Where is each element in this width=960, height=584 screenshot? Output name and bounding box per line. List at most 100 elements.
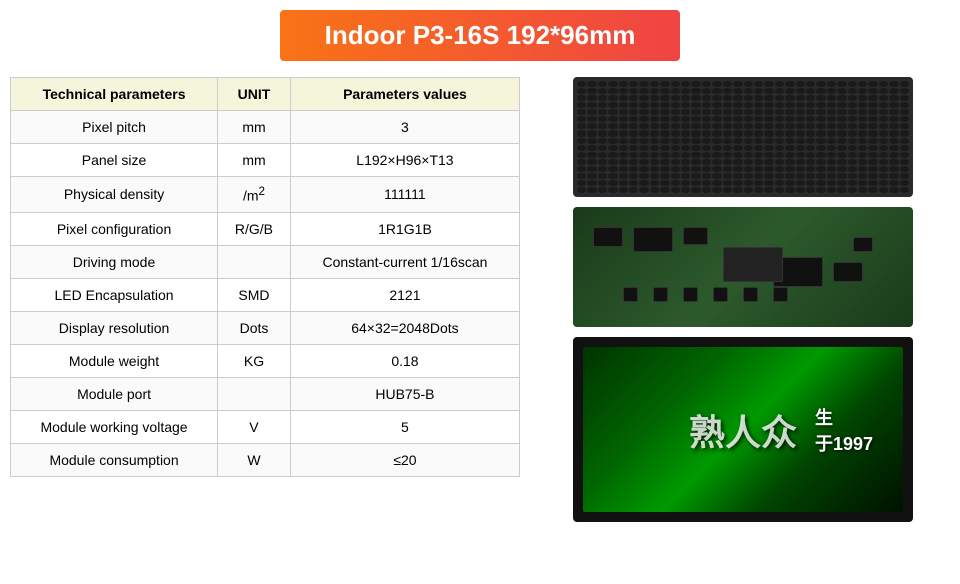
led-dot [806,187,815,193]
led-dot [879,145,888,151]
led-dot [639,145,648,151]
param-unit: /m2 [218,177,291,213]
led-dot [639,88,648,94]
led-dot [650,173,659,179]
led-dot [639,102,648,108]
led-dot [848,88,857,94]
led-dot [837,130,846,136]
led-dot [723,145,732,151]
images-section: 熟人众 生于1997 [536,77,950,522]
led-dot [660,130,669,136]
led-dot [608,95,617,101]
led-dot [806,180,815,186]
led-dot [629,102,638,108]
led-dot [816,138,825,144]
led-dot [598,152,607,158]
led-dot [775,109,784,115]
led-dot [868,152,877,158]
led-dot [785,187,794,193]
led-dot [702,81,711,87]
led-dot [775,130,784,136]
led-dot [775,138,784,144]
param-unit [218,245,291,278]
led-dot [598,123,607,129]
led-dot [837,95,846,101]
led-dot [702,180,711,186]
led-dot [837,102,846,108]
led-dot [629,123,638,129]
display-year-text: 生于1997 [815,404,873,456]
led-dot [639,130,648,136]
led-dot [827,109,836,115]
led-dot [733,109,742,115]
led-dot [671,173,680,179]
led-dot [608,159,617,165]
led-dot [639,95,648,101]
led-dot [744,180,753,186]
led-dot [587,81,596,87]
param-value: 2121 [290,278,519,311]
led-dot [577,187,586,193]
led-dot [858,152,867,158]
table-row: Pixel pitchmm3 [11,111,520,144]
led-dot [712,88,721,94]
led-dot [723,173,732,179]
led-dot [619,109,628,115]
led-dot [619,187,628,193]
led-dot [691,109,700,115]
display-image: 熟人众 生于1997 [573,337,913,522]
led-dot [806,116,815,122]
led-dot [587,152,596,158]
led-dot [848,81,857,87]
led-dot [785,173,794,179]
led-dot [629,187,638,193]
led-dot [879,180,888,186]
led-dot [858,130,867,136]
led-dot [619,180,628,186]
led-dot [806,159,815,165]
led-dot [650,159,659,165]
led-dot [671,102,680,108]
led-dot [816,173,825,179]
led-dot [775,166,784,172]
led-dot [837,145,846,151]
led-dot [879,173,888,179]
col-header-unit: UNIT [218,78,291,111]
led-dot [702,152,711,158]
led-dot [858,173,867,179]
led-dot [608,187,617,193]
led-dot [868,102,877,108]
led-dot [900,116,909,122]
led-dot [691,152,700,158]
led-dot [744,159,753,165]
led-dot [681,180,690,186]
led-dot [691,123,700,129]
led-dot [900,166,909,172]
param-name: Pixel configuration [11,212,218,245]
led-dot [848,130,857,136]
led-dot [858,81,867,87]
led-dot [879,166,888,172]
led-dot [702,116,711,122]
led-dot [619,159,628,165]
led-dot [660,138,669,144]
led-dot [681,123,690,129]
led-dot [827,180,836,186]
led-dot [796,102,805,108]
led-dot [764,130,773,136]
led-dot [744,152,753,158]
led-dot [629,88,638,94]
led-dot [806,166,815,172]
led-dot [650,187,659,193]
led-dot [837,123,846,129]
led-dot [660,180,669,186]
led-dot [900,180,909,186]
led-dot [608,180,617,186]
led-dot [744,95,753,101]
led-dot [848,123,857,129]
led-dot [650,130,659,136]
led-dot [660,88,669,94]
led-dot [577,180,586,186]
led-dot [764,145,773,151]
led-dot [598,138,607,144]
